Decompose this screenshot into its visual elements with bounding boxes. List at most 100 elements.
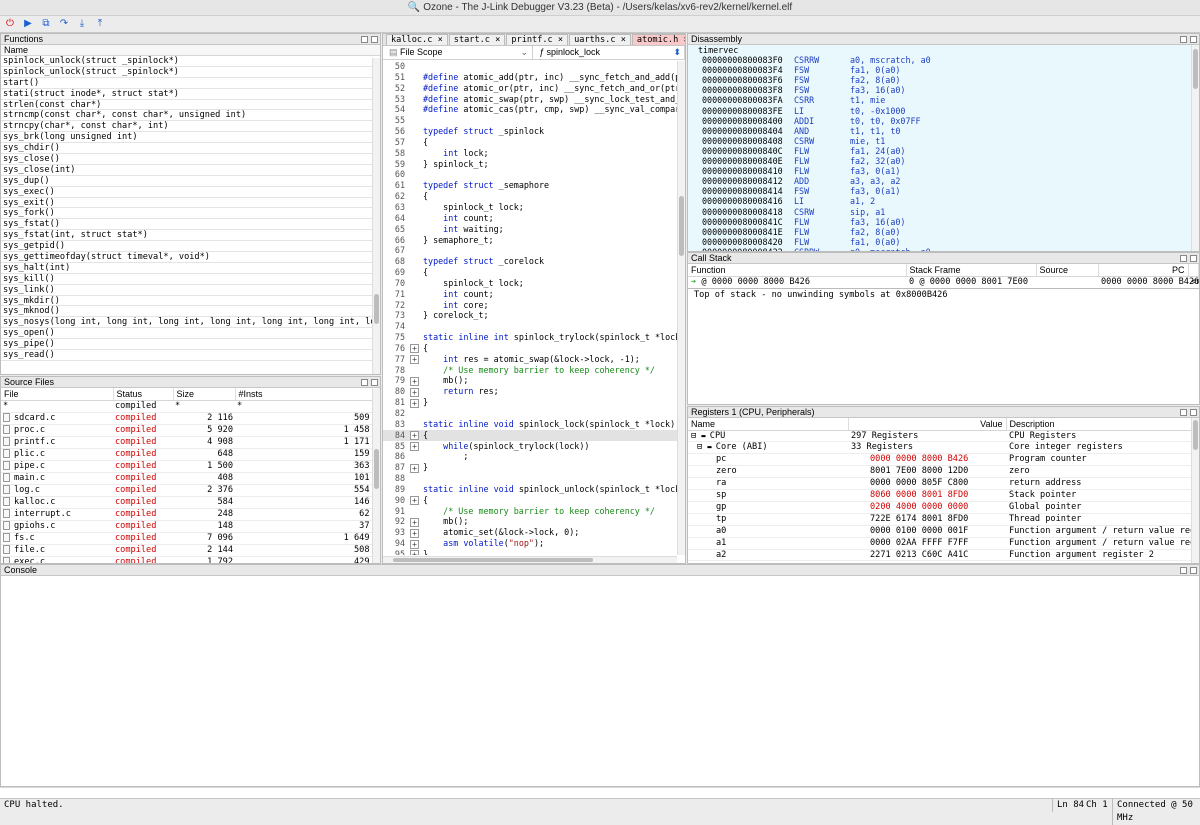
code-line[interactable]: 89 static inline void spinlock_unlock(spi… — [383, 484, 677, 495]
reg-value[interactable]: 33 Registers — [848, 441, 1006, 455]
collapse-icon[interactable]: ⊟ — [691, 442, 707, 452]
collapse-icon[interactable]: ⊟ — [691, 431, 701, 441]
editor-hscrollbar[interactable] — [383, 556, 677, 563]
function-item[interactable]: sys_mknod() — [1, 306, 380, 318]
disassembly-scrollbar[interactable] — [1191, 45, 1199, 251]
functions-scrollbar[interactable] — [372, 58, 380, 374]
function-item[interactable]: sys_gettimeofday(struct timeval*, void*) — [1, 252, 380, 263]
function-item[interactable]: start() — [1, 78, 380, 89]
tab-close-icon[interactable]: × — [616, 35, 626, 45]
col-file[interactable]: File — [1, 388, 114, 401]
function-item[interactable]: sys_fstat(int, struct stat*) — [1, 230, 380, 242]
code-line[interactable]: 78 /* Use memory barrier to keep coheren… — [383, 365, 677, 376]
function-item[interactable]: sys_brk(long unsigned int) — [1, 132, 380, 144]
code-line[interactable]: 74 — [383, 321, 677, 332]
code-line[interactable]: 60 — [383, 169, 677, 180]
disassembly-row[interactable]: 00000000800083F0 CSRRW a0, mscratch, a0 — [688, 55, 1191, 65]
code-line[interactable]: 66} semaphore_t; — [383, 235, 677, 246]
code-line[interactable]: 50 — [383, 61, 677, 72]
code-line[interactable]: 93 + atomic_set(&lock->lock, 0); — [383, 527, 677, 538]
source-file-row[interactable]: printf.c compiled 4 908 1 171 — [1, 436, 380, 449]
power-icon[interactable]: ⏻ — [4, 18, 16, 30]
disassembly-row[interactable]: 00000000800083F8 FSW fa3, 16(a0) — [688, 85, 1191, 95]
close-icon[interactable] — [1190, 408, 1197, 416]
function-item[interactable]: sys_kill() — [1, 274, 380, 285]
tab-close-icon[interactable]: × — [678, 35, 685, 45]
code-line[interactable]: 94 + asm volatile("nop"); — [383, 538, 677, 549]
function-select[interactable]: ƒ spinlock_lock ⬍ — [533, 46, 685, 59]
filter-size[interactable]: * — [173, 400, 235, 413]
function-item[interactable]: stati(struct inode*, struct stat*) — [1, 89, 380, 100]
scope-select[interactable]: ▤ File Scope ⌄ — [383, 46, 533, 59]
registers-scrollbar[interactable] — [1191, 418, 1199, 563]
source-files-scrollbar[interactable] — [372, 389, 380, 563]
maximize-icon[interactable] — [1180, 408, 1187, 416]
function-item[interactable]: sys_close(int) — [1, 165, 380, 176]
run-icon[interactable]: ▶ — [22, 18, 34, 30]
register-row[interactable]: ra 0000 0000 805F C800 return address — [688, 477, 1193, 491]
col-insts[interactable]: #Insts — [235, 388, 380, 401]
step-out-icon[interactable]: ⤒ — [94, 18, 106, 30]
function-item[interactable]: spinlock_unlock(struct _spinlock*) — [1, 67, 380, 78]
code-line[interactable]: 67 — [383, 245, 677, 256]
code-line[interactable]: 52 #define atomic_or(ptr, inc) __sync_fet… — [383, 83, 677, 94]
code-line[interactable]: 53 #define atomic_swap(ptr, swp) __sync_l… — [383, 94, 677, 105]
expand-icon[interactable]: + — [410, 387, 419, 397]
register-row[interactable]: tp 722E 6174 8001 8FD0 Thread pointer — [688, 513, 1193, 526]
disassembly-row[interactable]: 00000000800083F6 FSW fa2, 8(a0) — [688, 75, 1191, 85]
editor-tab[interactable]: printf.c × — [506, 34, 569, 45]
register-row[interactable]: zero 8001 7E00 8000 12D0 zero — [688, 465, 1193, 479]
code-line[interactable]: 81 +} — [383, 397, 677, 408]
col-size[interactable]: Size — [173, 388, 236, 401]
close-icon[interactable] — [1190, 254, 1197, 262]
step-into-icon[interactable]: ⤓ — [76, 18, 88, 30]
disassembly-row[interactable]: 0000000080008420 FLW fa1, 0(a0) — [688, 237, 1191, 247]
code-line[interactable]: 87 +} — [383, 462, 677, 473]
code-line[interactable]: 73} corelock_t; — [383, 310, 677, 321]
source-file-row[interactable]: file.c compiled 2 144 508 — [1, 544, 380, 557]
expand-icon[interactable]: + — [410, 398, 419, 408]
disassembly-row[interactable]: 0000000080008414 FSW fa3, 0(a1) — [688, 186, 1191, 196]
code-line[interactable]: 71 int count; — [383, 289, 677, 300]
function-item[interactable]: sys_fstat() — [1, 219, 380, 231]
disassembly-row[interactable]: 0000000080008416 LI a1, 2 — [688, 196, 1191, 206]
reg-value[interactable]: 2271 0213 C60C A41C — [848, 549, 1006, 562]
code-line[interactable]: 54 #define atomic_cas(ptr, cmp, swp) __sy… — [383, 104, 677, 115]
step-over-icon[interactable]: ↷ — [58, 18, 70, 30]
code-line[interactable]: 51 #define atomic_add(ptr, inc) __sync_fe… — [383, 72, 677, 83]
reg-value[interactable]: 0000 0100 0000 001F — [848, 525, 1006, 538]
close-icon[interactable] — [1190, 566, 1197, 574]
reg-value[interactable]: 0000 0000 805F C800 — [848, 477, 1006, 491]
code-line[interactable]: 79 + mb(); — [383, 375, 677, 386]
source-file-row[interactable]: exec.c compiled 1 792 429 — [1, 556, 380, 563]
code-line[interactable]: 82 — [383, 408, 677, 419]
expand-icon[interactable]: + — [410, 550, 419, 555]
code-line[interactable]: 91 /* Use memory barrier to keep coheren… — [383, 506, 677, 517]
close-icon[interactable] — [1190, 35, 1197, 43]
callstack-row[interactable]: ➔ @ 0000 0000 8000 B426 0 @ 0000 0000 80… — [688, 276, 1199, 288]
function-item[interactable]: sys_fork() — [1, 208, 380, 220]
source-file-row[interactable]: fs.c compiled 7 096 1 649 — [1, 532, 380, 545]
function-item[interactable]: sys_read() — [1, 350, 380, 361]
function-item[interactable]: sys_nosys(long int, long int, long int, … — [1, 317, 380, 329]
filter-status[interactable]: compiled — [113, 400, 173, 413]
function-item[interactable]: spinlock_unlock(struct _spinlock*) — [1, 56, 380, 67]
close-icon[interactable] — [371, 378, 378, 386]
col-reg-name[interactable]: Name — [688, 418, 849, 431]
code-line[interactable]: 86 ; — [383, 451, 677, 462]
col-stack-frame[interactable]: Stack Frame — [906, 264, 1037, 277]
code-line[interactable]: 72 int core; — [383, 300, 677, 311]
register-row[interactable]: ⊟ ▬ CPU 297 Registers CPU Registers — [688, 430, 1193, 443]
editor-tab[interactable]: start.c × — [448, 34, 506, 45]
function-item[interactable]: strlen(const char*) — [1, 100, 380, 111]
disassembly-row[interactable]: 000000008000841E FLW fa2, 8(a0) — [688, 227, 1191, 237]
expand-icon[interactable]: + — [410, 463, 419, 473]
tab-close-icon[interactable]: × — [490, 35, 500, 45]
function-item[interactable]: strncmp(const char*, const char*, unsign… — [1, 110, 380, 122]
maximize-icon[interactable] — [1180, 566, 1187, 574]
disassembly-row[interactable]: 0000000080008408 CSRW mie, t1 — [688, 136, 1191, 146]
code-line[interactable]: 55 — [383, 115, 677, 126]
code-line[interactable]: 64 int count; — [383, 213, 677, 224]
expand-icon[interactable]: + — [410, 528, 419, 538]
reg-value[interactable]: 0200 4000 0000 0000 — [848, 501, 1006, 514]
